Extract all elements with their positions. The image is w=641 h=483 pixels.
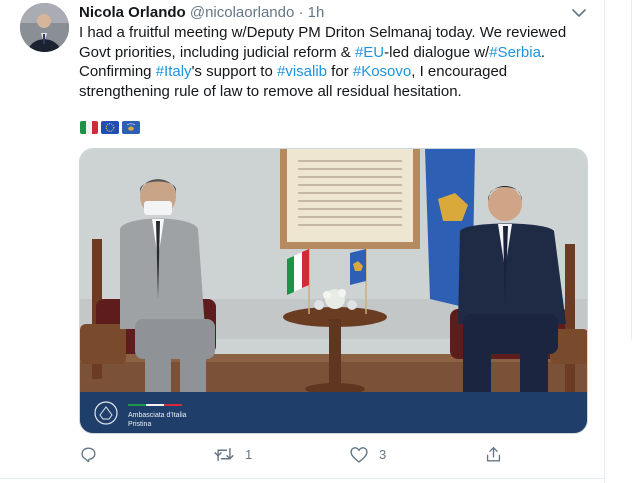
- share-button[interactable]: [484, 444, 503, 464]
- hashtag-link[interactable]: #Serbia: [489, 44, 541, 61]
- tweet-text: I had a fruitful meeting w/Deputy PM Dri…: [79, 23, 569, 101]
- like-button[interactable]: 3: [349, 444, 386, 464]
- author-name[interactable]: Nicola Orlando: [79, 4, 186, 21]
- avatar[interactable]: [20, 3, 69, 52]
- media-caption-line2: Pristina: [128, 421, 151, 428]
- like-count: 3: [379, 446, 387, 462]
- heart-icon: [350, 446, 368, 463]
- share-icon: [486, 446, 501, 462]
- reply-button[interactable]: [79, 444, 108, 464]
- tweet-divider: [0, 478, 604, 479]
- more-options-button[interactable]: [568, 3, 590, 23]
- hashtag-link[interactable]: #Italy: [156, 63, 192, 80]
- retweet-icon: [214, 447, 234, 461]
- chevron-down-icon: [572, 9, 586, 17]
- tweet-actions: 1 3: [79, 444, 519, 464]
- tweet-media-photo[interactable]: Ambasciata d'Italia Pristina: [79, 148, 588, 434]
- sidebar-card-edge: [631, 0, 641, 340]
- hashtag-link[interactable]: #visalib: [277, 63, 327, 80]
- tweet-header: Nicola Orlando @nicolaorlando · 1h: [79, 4, 324, 22]
- tweet-text-segment: 's support to: [191, 63, 277, 80]
- hashtag-link[interactable]: #Kosovo: [353, 63, 411, 80]
- tweet-text-segment: for: [327, 63, 353, 80]
- italy-flag-icon: [80, 121, 98, 134]
- author-handle[interactable]: @nicolaorlando: [190, 4, 294, 21]
- right-sidebar-edge: [605, 0, 641, 483]
- retweet-button[interactable]: 1: [213, 444, 252, 464]
- media-caption-line1: Ambasciata d'Italia: [128, 412, 187, 419]
- tweet-text-segment: -led dialogue w/: [384, 43, 490, 61]
- reply-icon: [81, 446, 96, 462]
- separator: ·: [298, 4, 304, 21]
- eu-flag-icon: [101, 121, 119, 134]
- timestamp[interactable]: 1h: [308, 4, 325, 21]
- kosovo-flag-icon: [122, 121, 140, 134]
- hashtag-link[interactable]: #EU: [355, 44, 384, 61]
- flag-emojis: [80, 121, 140, 135]
- retweet-count: 1: [245, 446, 253, 462]
